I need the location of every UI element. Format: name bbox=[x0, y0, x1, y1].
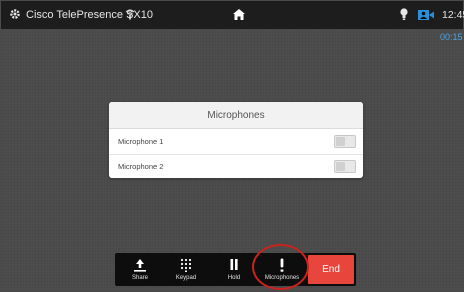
share-label: Share bbox=[131, 275, 148, 281]
microphones-dialog: Microphones Microphone 1 Microphone 2 bbox=[109, 102, 363, 178]
call-timer: 00:15 bbox=[440, 32, 463, 42]
microphone-2-toggle[interactable] bbox=[334, 160, 356, 173]
keypad-icon bbox=[180, 258, 192, 272]
signal-icon bbox=[125, 9, 135, 20]
microphone-1-toggle[interactable] bbox=[334, 135, 356, 148]
microphone-row: Microphone 1 bbox=[109, 130, 363, 155]
call-toolbar: Share Keypad Hold Microphones End bbox=[115, 253, 356, 286]
keypad-button[interactable]: Keypad bbox=[163, 253, 209, 286]
microphone-row: Microphone 2 bbox=[109, 155, 363, 179]
selfview-icon[interactable] bbox=[418, 10, 434, 20]
keypad-label: Keypad bbox=[175, 275, 197, 281]
end-label: End bbox=[322, 264, 340, 275]
home-icon[interactable] bbox=[233, 9, 245, 20]
lightbulb-icon[interactable] bbox=[400, 8, 408, 21]
hold-label: Hold bbox=[227, 275, 241, 281]
status-bar: Cisco TelePresence SX10 12:45 bbox=[1, 1, 464, 29]
microphone-label: Microphone 1 bbox=[118, 137, 164, 146]
video-screen: Cisco TelePresence SX10 12:45 00:15 Micr… bbox=[1, 1, 464, 291]
toggle-knob bbox=[336, 162, 345, 171]
hold-button[interactable]: Hold bbox=[211, 253, 257, 286]
pause-icon bbox=[230, 259, 238, 270]
dialog-header: Microphones bbox=[109, 102, 363, 129]
dialog-title: Microphones bbox=[207, 110, 265, 121]
highlight-annotation bbox=[252, 244, 309, 290]
microphone-label: Microphone 2 bbox=[118, 162, 164, 171]
gear-icon[interactable] bbox=[9, 8, 21, 20]
share-icon bbox=[134, 259, 146, 272]
clock: 12:45 bbox=[442, 9, 464, 21]
share-button[interactable]: Share bbox=[117, 253, 163, 286]
end-call-button[interactable]: End bbox=[308, 255, 354, 284]
toggle-knob bbox=[336, 137, 345, 146]
